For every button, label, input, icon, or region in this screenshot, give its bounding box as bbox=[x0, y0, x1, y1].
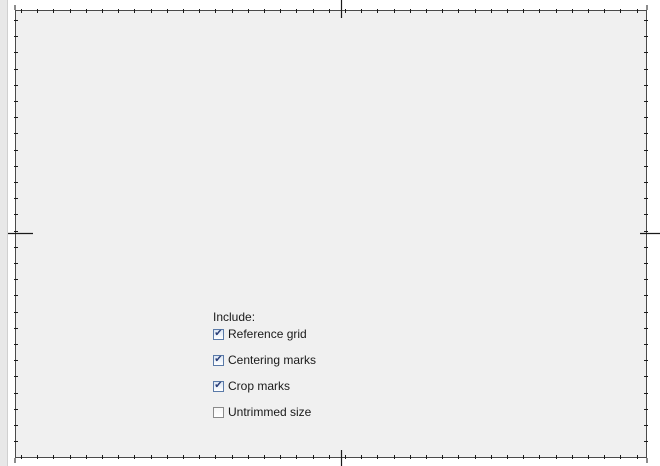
centering-marks-checkbox[interactable]: ✔ bbox=[213, 354, 224, 366]
print-preview-frame: Include: ✔ Reference grid ✔ Centering ma… bbox=[0, 0, 660, 466]
include-heading: Include: bbox=[213, 310, 256, 324]
reference-grid-checkbox[interactable]: ✔ bbox=[213, 328, 224, 340]
untrimmed-size-label: Untrimmed size bbox=[228, 405, 312, 419]
option-crop-marks[interactable]: ✔ Crop marks bbox=[213, 378, 413, 394]
option-untrimmed-size[interactable]: Untrimmed size bbox=[213, 404, 413, 420]
crop-marks-label: Crop marks bbox=[228, 379, 291, 393]
option-reference-grid[interactable]: ✔ Reference grid bbox=[213, 326, 413, 342]
checkmark-icon: ✔ bbox=[214, 328, 223, 339]
untrimmed-size-checkbox[interactable] bbox=[213, 406, 224, 418]
left-edge-bar bbox=[0, 0, 8, 466]
crop-marks-checkbox[interactable]: ✔ bbox=[213, 380, 224, 392]
option-centering-marks[interactable]: ✔ Centering marks bbox=[213, 352, 413, 368]
checkmark-icon: ✔ bbox=[214, 354, 223, 365]
reference-grid-label: Reference grid bbox=[228, 327, 307, 341]
centering-marks-label: Centering marks bbox=[228, 353, 317, 367]
checkmark-icon: ✔ bbox=[214, 380, 223, 391]
include-options-panel: Include: ✔ Reference grid ✔ Centering ma… bbox=[213, 308, 413, 420]
